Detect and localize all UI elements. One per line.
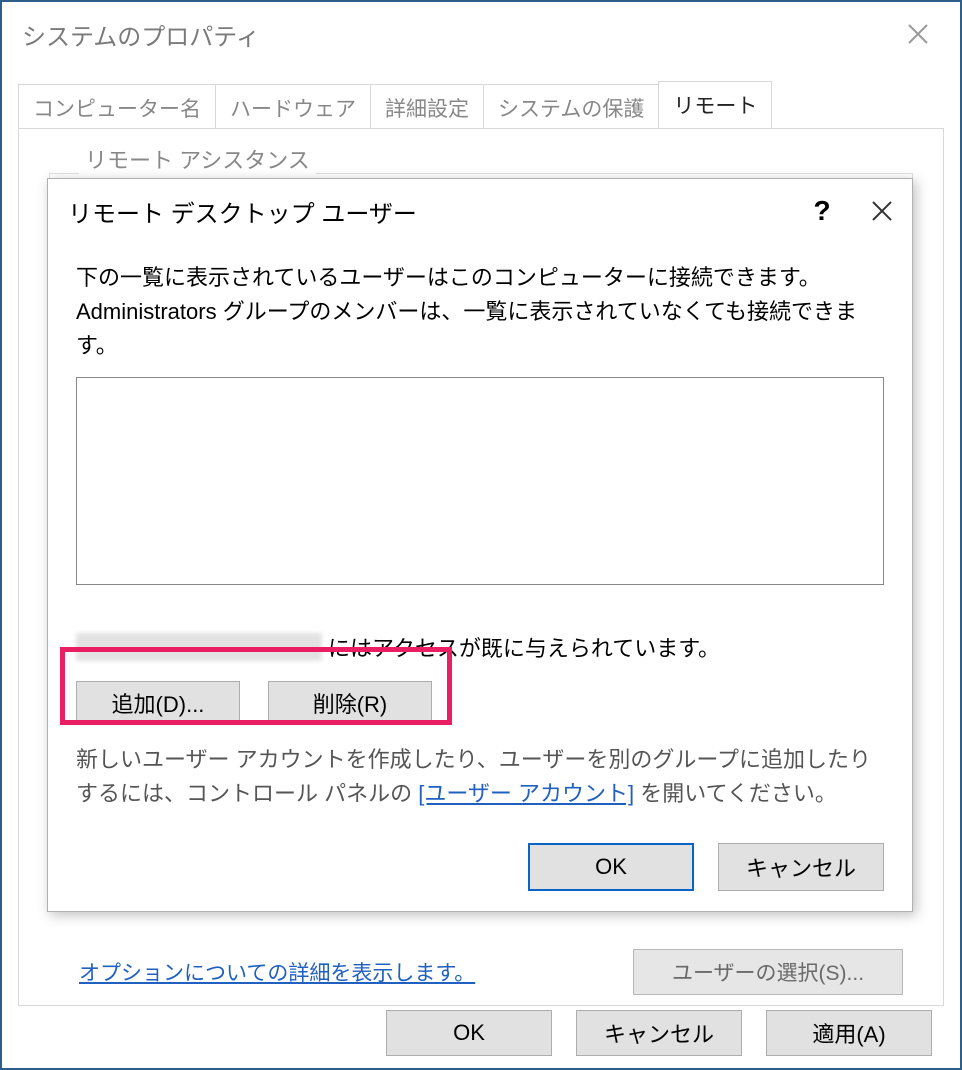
help-icon[interactable]: ? [792, 179, 852, 243]
tab-computer-name[interactable]: コンピューター名 [18, 84, 216, 129]
remote-assistance-group-label: リモート アシスタンス [79, 143, 316, 175]
modal-titlebar: リモート デスクトップ ユーザー ? [48, 179, 912, 243]
parent-apply-button[interactable]: 適用(A) [766, 1010, 932, 1056]
add-remove-row: 追加(D)... 削除(R) [76, 681, 884, 725]
tab-advanced[interactable]: 詳細設定 [370, 84, 484, 129]
parent-cancel-button[interactable]: キャンセル [576, 1010, 742, 1056]
modal-body: 下の一覧に表示されているユーザーはこのコンピューターに接続できます。Admini… [48, 243, 912, 831]
tab-hardware[interactable]: ハードウェア [215, 84, 371, 129]
access-already-granted-line: にはアクセスが既に与えられています。 [76, 631, 884, 663]
parent-ok-button[interactable]: OK [386, 1010, 552, 1056]
close-icon[interactable] [888, 4, 948, 64]
modal-hint: 新しいユーザー アカウントを作成したり、ユーザーを別のグループに追加したりするに… [76, 743, 884, 811]
remote-desktop-users-dialog: リモート デスクトップ ユーザー ? 下の一覧に表示されているユーザーはこのコン… [47, 178, 913, 912]
access-suffix-text: にはアクセスが既に与えられています。 [328, 631, 720, 663]
modal-title: リモート デスクトップ ユーザー [68, 194, 417, 229]
user-accounts-link[interactable]: [ユーザー アカウント] [418, 781, 634, 806]
tab-system-protection[interactable]: システムの保護 [483, 84, 659, 129]
tab-remote[interactable]: リモート [658, 81, 772, 128]
remove-button[interactable]: 削除(R) [268, 681, 432, 725]
modal-cancel-button[interactable]: キャンセル [718, 843, 884, 891]
user-listbox[interactable] [76, 377, 884, 585]
parent-button-row: OK キャンセル 適用(A) [386, 1010, 932, 1056]
add-button[interactable]: 追加(D)... [76, 681, 240, 725]
modal-ok-button[interactable]: OK [528, 843, 694, 891]
parent-titlebar: システムのプロパティ [2, 2, 960, 66]
modal-button-row: OK キャンセル [528, 843, 884, 891]
redacted-username [76, 633, 322, 661]
modal-description: 下の一覧に表示されているユーザーはこのコンピューターに接続できます。Admini… [76, 261, 884, 363]
close-icon[interactable] [852, 179, 912, 243]
hint-suffix: を開いてください。 [634, 781, 837, 806]
tabstrip: コンピューター名 ハードウェア 詳細設定 システムの保護 リモート [18, 84, 944, 128]
parent-window-title: システムのプロパティ [22, 17, 260, 52]
select-users-button[interactable]: ユーザーの選択(S)... [633, 949, 903, 995]
options-details-link[interactable]: オプションについての詳細を表示します。 [79, 957, 475, 987]
